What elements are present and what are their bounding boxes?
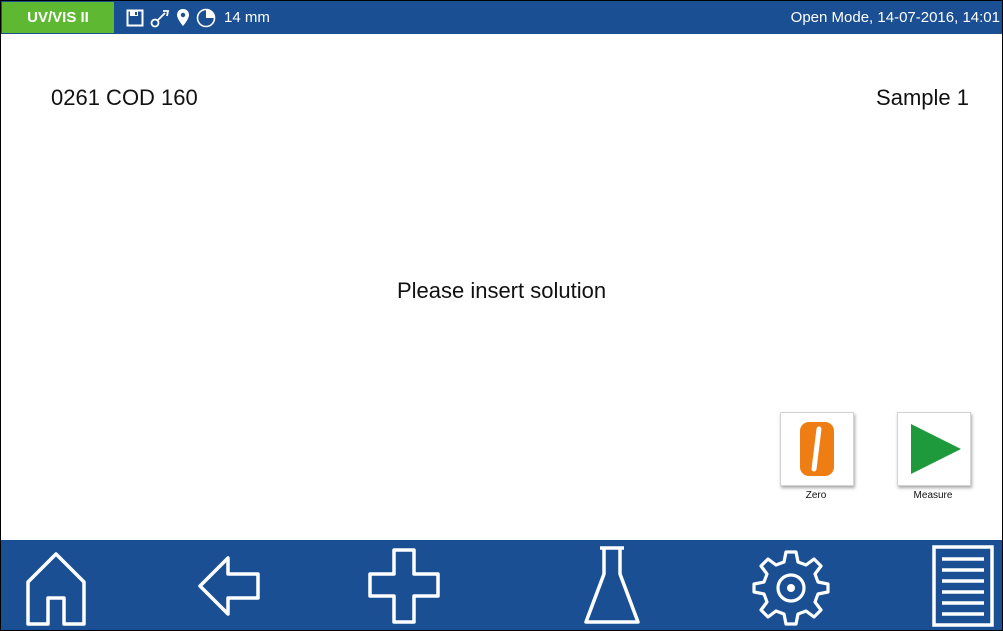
sample-name: Sample 1: [876, 85, 969, 110]
device-mode-badge: UV/VIS II: [2, 2, 114, 33]
measure-button[interactable]: [897, 412, 971, 486]
wrench-icon: [150, 8, 170, 28]
location-pin-icon: [176, 8, 190, 28]
pie-timer-icon: [196, 8, 216, 28]
cuvette-size: 14 mm: [224, 9, 270, 26]
save-icon: [126, 9, 144, 27]
settings-gear-icon: [751, 546, 831, 626]
tests-button[interactable]: [557, 540, 667, 630]
plus-icon: [366, 546, 442, 626]
measure-label: Measure: [913, 490, 953, 501]
bottom-nav: [1, 540, 1002, 630]
zero-button[interactable]: [780, 412, 854, 486]
add-button[interactable]: [349, 540, 459, 630]
home-icon: [20, 546, 92, 626]
mode-datetime: Open Mode, 14-07-2016, 14:01: [790, 9, 1000, 26]
home-button[interactable]: [1, 540, 111, 630]
back-button[interactable]: [175, 540, 285, 630]
status-bar: UV/VIS II 14 mm Open Mode, 14-07-2016, 1…: [1, 1, 1002, 34]
flask-icon: [582, 544, 642, 628]
zero-label: Zero: [805, 490, 827, 501]
zero-icon: [781, 422, 853, 489]
back-arrow-icon: [194, 550, 266, 622]
play-icon: [898, 424, 970, 489]
instruction-prompt: Please insert solution: [396, 278, 607, 303]
device-screen: UV/VIS II 14 mm Open Mode, 14-07-2016, 1…: [0, 0, 1003, 631]
status-icons: 14 mm: [126, 1, 270, 34]
menu-button[interactable]: [908, 540, 1002, 630]
settings-button[interactable]: [736, 540, 846, 630]
list-icon: [930, 543, 996, 629]
test-name: 0261 COD 160: [51, 85, 198, 110]
